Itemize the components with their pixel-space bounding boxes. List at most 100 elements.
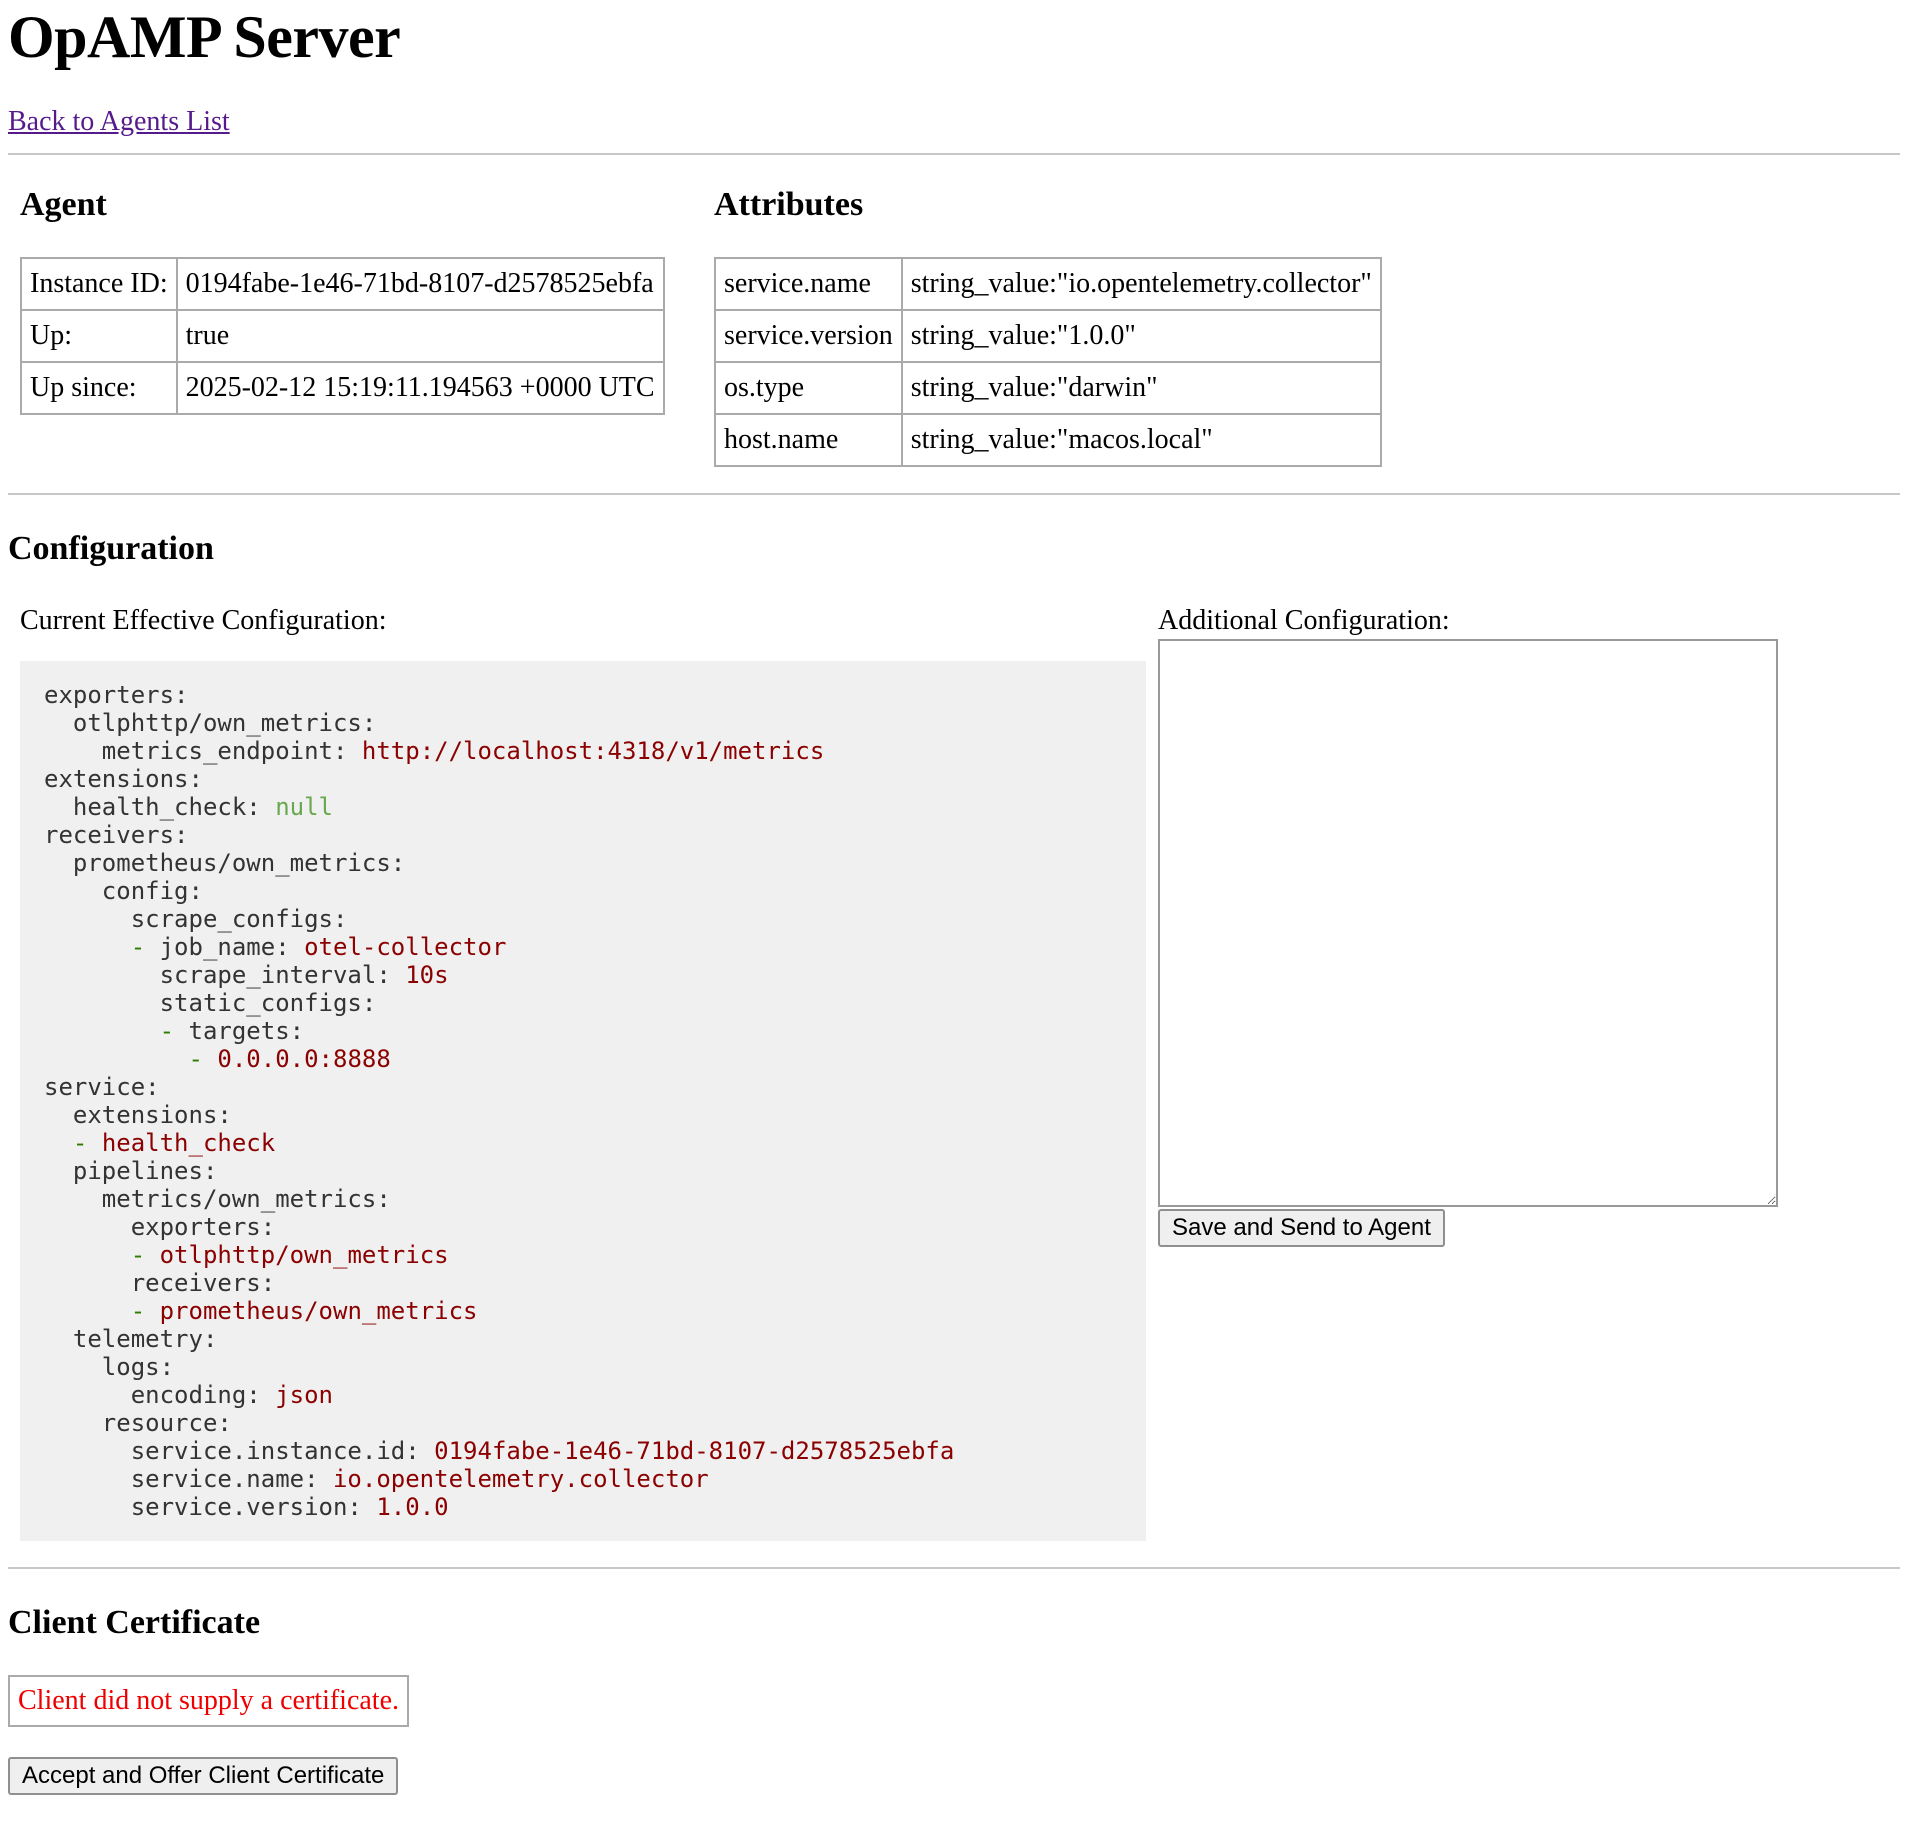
- code-token: otel-collector: [304, 933, 507, 961]
- table-key-cell: Up:: [20, 309, 178, 363]
- code-line: - otlphttp/own_metrics: [44, 1241, 449, 1269]
- code-line: config:: [44, 877, 203, 905]
- code-line: logs:: [44, 1353, 174, 1381]
- code-token: json: [275, 1381, 333, 1409]
- code-line: telemetry:: [44, 1325, 218, 1353]
- code-token: otlphttp/own_metrics:: [44, 709, 377, 737]
- table-value-cell: string_value:"1.0.0": [900, 309, 1382, 363]
- code-token: io.opentelemetry.collector: [332, 1465, 709, 1493]
- attribute-table-row: host.name string_value:"macos.local": [714, 413, 1382, 467]
- current-config-code: exporters: otlphttp/own_metrics: metrics…: [20, 661, 1146, 1541]
- code-line: static_configs:: [44, 989, 377, 1017]
- code-line: metrics/own_metrics:: [44, 1185, 391, 1213]
- code-line: - targets:: [44, 1017, 305, 1045]
- page-title: OpAMP Server: [8, 4, 401, 70]
- agent-table-row: Instance ID: 0194fabe-1e46-71bd-8107-d257…: [20, 257, 665, 311]
- code-token: http://localhost:4318/v1/metrics: [361, 737, 825, 765]
- code-token: 10s: [405, 961, 449, 989]
- additional-config-textarea[interactable]: [1158, 639, 1778, 1207]
- table-key-cell: service.name: [714, 257, 903, 311]
- code-token: service.name:: [44, 1465, 333, 1493]
- table-value-cell: string_value:"io.opentelemetry.collector…: [900, 257, 1382, 311]
- code-token: prometheus/own_metrics:: [44, 849, 406, 877]
- code-line: encoding: json: [44, 1381, 333, 1409]
- agent-section: Agent Instance ID: 0194fabe-1e46-71bd-810…: [20, 185, 694, 415]
- code-token: health_check: [101, 1129, 276, 1157]
- code-token: pipelines:: [44, 1157, 218, 1185]
- code-line: service.instance.id: 0194fabe-1e46-71bd-…: [44, 1437, 955, 1465]
- attribute-table-row: service.name string_value:"io.opentelemet…: [714, 257, 1382, 311]
- agent-table-row: Up: true: [20, 309, 665, 363]
- code-token: scrape_configs:: [44, 905, 348, 933]
- save-and-send-button[interactable]: Save and Send to Agent: [1158, 1209, 1445, 1247]
- code-token: -: [130, 1241, 160, 1269]
- configuration-heading: Configuration: [8, 530, 214, 567]
- attributes-table: service.name string_value:"io.opentelemet…: [714, 257, 1382, 467]
- code-token: service:: [44, 1073, 160, 1101]
- code-token: telemetry:: [44, 1325, 218, 1353]
- code-token: scrape_interval:: [44, 961, 406, 989]
- code-token: extensions:: [44, 1101, 232, 1129]
- table-key-cell: Up since:: [20, 361, 178, 415]
- additional-config-section: Additional Configuration: Save and Send …: [1158, 605, 1778, 1247]
- code-line: - health_check: [44, 1129, 275, 1157]
- code-token: 0194fabe-1e46-71bd-8107-d2578525ebfa: [434, 1437, 955, 1465]
- code-token: receivers:: [44, 821, 189, 849]
- code-token: static_configs:: [44, 989, 377, 1017]
- code-line: service:: [44, 1073, 160, 1101]
- table-key-cell: service.version: [714, 309, 903, 363]
- attributes-section: Attributes service.name string_value:"io.…: [714, 185, 1382, 467]
- attribute-table-row: service.version string_value:"1.0.0": [714, 309, 1382, 363]
- code-token: job_name:: [159, 933, 305, 961]
- code-token: extensions:: [44, 765, 203, 793]
- code-token: metrics/own_metrics:: [44, 1185, 391, 1213]
- code-token: prometheus/own_metrics: [159, 1297, 478, 1325]
- accept-certificate-button[interactable]: Accept and Offer Client Certificate: [8, 1757, 399, 1795]
- code-token: targets:: [188, 1017, 305, 1045]
- code-line: scrape_interval: 10s: [44, 961, 449, 989]
- back-to-agents-link[interactable]: Back to Agents List: [8, 106, 230, 138]
- code-token: -: [130, 1297, 160, 1325]
- table-value-cell: 2025-02-12 15:19:11.194563 +0000 UTC: [175, 361, 665, 415]
- table-value-cell: string_value:"macos.local": [900, 413, 1382, 467]
- table-value-cell: true: [175, 309, 665, 363]
- code-token: config:: [44, 877, 203, 905]
- client-certificate-heading: Client Certificate: [8, 1604, 261, 1641]
- code-token: receivers:: [44, 1269, 276, 1297]
- code-token: 1.0.0: [376, 1493, 449, 1521]
- code-line: service.version: 1.0.0: [44, 1493, 449, 1521]
- table-key-cell: host.name: [714, 413, 903, 467]
- current-config-section: Current Effective Configuration: exporte…: [20, 605, 1146, 1541]
- code-token: resource:: [44, 1409, 232, 1437]
- code-line: exporters:: [44, 681, 189, 709]
- table-key-cell: Instance ID:: [20, 257, 178, 311]
- certificate-status-message: Client did not supply a certificate.: [8, 1675, 410, 1727]
- attribute-table-row: os.type string_value:"darwin": [714, 361, 1382, 415]
- code-line: otlphttp/own_metrics:: [44, 709, 376, 737]
- code-line: exporters:: [44, 1213, 276, 1241]
- code-line: - job_name: otel-collector: [44, 933, 507, 961]
- table-value-cell: 0194fabe-1e46-71bd-8107-d2578525ebfa: [175, 257, 665, 311]
- code-token: -: [130, 933, 160, 961]
- code-line: - 0.0.0.0:8888: [44, 1045, 391, 1073]
- code-line: receivers:: [44, 1269, 276, 1297]
- code-line: service.name: io.opentelemetry.collector: [44, 1465, 709, 1493]
- code-line: prometheus/own_metrics:: [44, 849, 405, 877]
- code-token: -: [159, 1017, 189, 1045]
- code-line: scrape_configs:: [44, 905, 348, 933]
- divider: [8, 1567, 1900, 1569]
- code-token: null: [275, 793, 333, 821]
- code-token: encoding:: [44, 1381, 276, 1409]
- code-token: otlphttp/own_metrics: [159, 1241, 449, 1269]
- code-token: service.version:: [44, 1493, 377, 1521]
- agent-table-row: Up since: 2025-02-12 15:19:11.194563 +000…: [20, 361, 665, 415]
- table-key-cell: os.type: [714, 361, 903, 415]
- agent-table: Instance ID: 0194fabe-1e46-71bd-8107-d257…: [20, 257, 665, 415]
- divider: [8, 493, 1900, 495]
